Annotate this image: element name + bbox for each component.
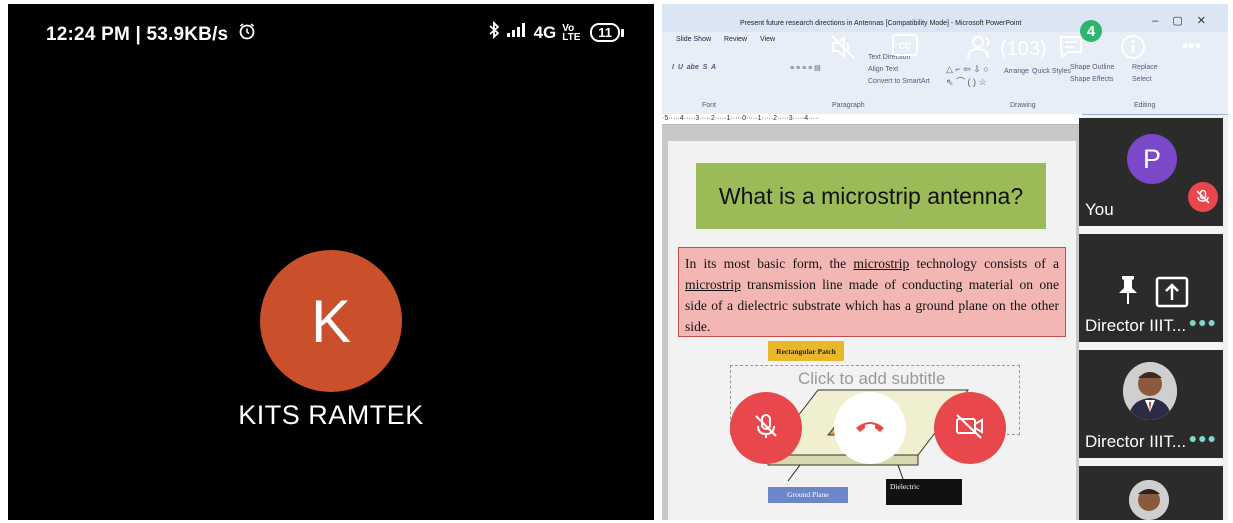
hang-up-icon xyxy=(853,416,887,441)
convert-smartart[interactable]: Convert to SmartArt xyxy=(868,78,930,85)
camera-off-button[interactable] xyxy=(934,392,1006,464)
subtitle-placeholder: Click to add subtitle xyxy=(798,369,946,388)
caller-avatar: K xyxy=(260,250,402,392)
participant-tile[interactable]: Director IIIT... ●●● xyxy=(1079,350,1223,458)
body-link-2: microstrip xyxy=(685,277,741,292)
status-bar-icons: 4G Vo LTE 11 xyxy=(488,20,624,44)
ppt-titlebar: Present future research directions in An… xyxy=(662,4,1228,32)
time-speed-text: 12:24 PM | 53.9KB/s xyxy=(46,24,229,45)
participants-panel: P You Director IIIT... ●●● Director IIIT… xyxy=(1079,118,1223,520)
participant-name: You xyxy=(1085,200,1114,219)
meeting-screen: Present future research directions in An… xyxy=(662,4,1228,520)
shared-screen: Present future research directions in An… xyxy=(662,4,1228,520)
font-format-buttons[interactable]: I U abe S A xyxy=(672,64,716,71)
window-controls: –▢✕ xyxy=(1152,15,1220,27)
label-ground-plane: Ground Plane xyxy=(768,487,848,503)
alarm-icon xyxy=(238,22,256,46)
participant-photo xyxy=(1129,480,1169,520)
tab-review[interactable]: Review xyxy=(724,36,747,43)
present-screen-icon[interactable] xyxy=(1155,276,1189,313)
captions-icon[interactable]: CC xyxy=(892,34,918,56)
participants-icon[interactable] xyxy=(966,34,996,60)
more-options-icon[interactable]: ••• xyxy=(1182,36,1201,57)
label-dielectric: Dielectric xyxy=(886,479,962,505)
quick-styles-button[interactable]: Quick Styles xyxy=(1032,68,1071,75)
body-text-3: transmission line made of conducting mat… xyxy=(685,277,1059,334)
battery-level: 11 xyxy=(590,23,620,42)
participant-tile[interactable]: P You xyxy=(1079,118,1223,226)
participant-name: Director IIIT... xyxy=(1085,432,1187,451)
chat-unread-badge: 4 xyxy=(1080,20,1102,42)
select-button[interactable]: Select xyxy=(1132,76,1151,83)
status-bar-time: 12:24 PM | 53.9KB/s xyxy=(46,22,256,46)
align-text[interactable]: Align Text xyxy=(868,66,898,73)
ppt-window-title: Present future research directions in An… xyxy=(740,20,1022,27)
shapes-gallery[interactable]: △ ⌐ ⇦ ⇩ ○ ⇖ ⌒ ( ) ☆ xyxy=(946,64,989,88)
arrange-button[interactable]: Arrange xyxy=(1004,68,1029,75)
shape-effects[interactable]: Shape Effects xyxy=(1070,76,1113,83)
pin-icon[interactable] xyxy=(1117,274,1139,311)
replace-button[interactable]: Replace xyxy=(1132,64,1158,71)
battery-icon: 11 xyxy=(590,23,624,42)
ruler: ·5·····4·····3·····2·····1·····0·····1··… xyxy=(662,114,1082,125)
body-text-2: technology consists of a xyxy=(909,256,1060,271)
mic-off-icon xyxy=(1188,182,1218,212)
speaking-indicator: ●●● xyxy=(1188,430,1217,446)
signal-icon xyxy=(506,22,528,43)
slide-title: What is a microstrip antenna? xyxy=(696,163,1046,229)
tab-view[interactable]: View xyxy=(760,36,775,43)
participant-photo xyxy=(1123,362,1177,420)
video-off-icon xyxy=(954,412,986,445)
group-font: Font xyxy=(702,102,717,109)
volte-label: Vo LTE xyxy=(562,22,581,43)
bluetooth-icon xyxy=(488,20,500,44)
slide-body: In its most basic form, the microstrip t… xyxy=(678,247,1066,337)
speaker-off-icon[interactable] xyxy=(830,34,856,60)
paragraph-buttons[interactable]: ≡ ≡ ≡ ≡ ▤ xyxy=(790,64,821,72)
speaking-indicator: ●●● xyxy=(1188,314,1217,330)
mic-off-icon xyxy=(751,411,781,446)
participant-tile[interactable]: Director IIIT... ●●● xyxy=(1079,234,1223,342)
mute-mic-button[interactable] xyxy=(730,392,802,464)
group-paragraph: Paragraph xyxy=(832,102,865,109)
group-drawing: Drawing xyxy=(1010,102,1036,109)
participant-avatar: P xyxy=(1127,134,1177,184)
shape-outline[interactable]: Shape Outline xyxy=(1070,64,1114,71)
body-text-1: In its most basic form, the xyxy=(685,256,854,271)
participant-name: Director IIIT... xyxy=(1085,316,1187,335)
tab-slide-show[interactable]: Slide Show xyxy=(676,36,711,43)
caller-initial: K xyxy=(310,287,352,355)
caller-name: KITS RAMTEK xyxy=(238,400,424,430)
participant-tile[interactable] xyxy=(1079,466,1223,520)
ribbon-controls: I U abe S A ≡ ≡ ≡ ≡ ▤ Text Direction Ali… xyxy=(670,54,1228,94)
info-icon[interactable] xyxy=(1120,34,1146,60)
body-link-1: microstrip xyxy=(853,256,910,271)
end-call-button[interactable] xyxy=(834,392,906,464)
label-rectangular-patch: Rectangular Patch xyxy=(768,341,844,361)
call-screen: 12:24 PM | 53.9KB/s 4G Vo LTE 11 K KITS … xyxy=(8,4,654,520)
group-editing: Editing xyxy=(1134,102,1156,109)
svg-text:CC: CC xyxy=(899,41,912,51)
participant-count: (103) xyxy=(1000,38,1047,60)
chat-icon[interactable] xyxy=(1058,34,1084,60)
network-type: 4G xyxy=(533,22,557,42)
